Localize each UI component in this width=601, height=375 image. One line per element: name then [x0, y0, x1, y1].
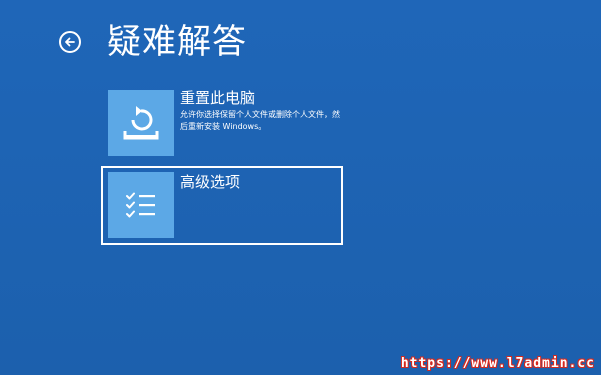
advanced-options-tile: [108, 172, 174, 238]
option-reset-pc-description: 允许你选择保留个人文件或删除个人文件，然后重新安装 Windows。: [180, 110, 340, 131]
option-reset-pc-title: 重置此电脑: [180, 89, 256, 107]
page-title: 疑难解答: [107, 22, 247, 62]
troubleshoot-screen: 疑难解答 重置此电脑 允许你选择保留个人文件或删除个人文件，然后重新安装 Win…: [0, 0, 601, 375]
watermark: https://www.l7admin.cc: [400, 356, 595, 371]
back-button[interactable]: [59, 31, 81, 53]
option-advanced-title: 高级选项: [180, 173, 241, 191]
reset-pc-tile: [108, 90, 174, 156]
option-advanced[interactable]: 高级选项: [101, 166, 343, 245]
back-arrow-icon: [65, 37, 75, 47]
checklist-icon: [126, 192, 155, 218]
option-reset-pc[interactable]: 重置此电脑 允许你选择保留个人文件或删除个人文件，然后重新安装 Windows。: [101, 84, 343, 163]
reset-pc-icon: [123, 106, 159, 140]
